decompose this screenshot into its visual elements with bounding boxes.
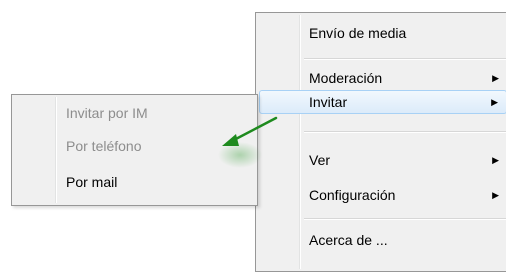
menu-item-acerca-de[interactable]: Acerca de ... — [259, 228, 506, 252]
submenu-item-label: Por teléfono — [66, 138, 142, 154]
menu-separator — [304, 131, 506, 133]
menu-item-label: Acerca de ... — [309, 232, 388, 248]
submenu-arrow-icon: ▶ — [492, 190, 499, 200]
menu-item-envio-de-media[interactable]: Envío de media — [259, 21, 506, 45]
submenu-item-label: Invitar por IM — [66, 105, 148, 121]
context-menu: Envío de media Moderación ▶ Invitar ▶ Ve… — [255, 12, 506, 272]
arrow-head — [222, 134, 239, 146]
menu-item-moderacion[interactable]: Moderación ▶ — [259, 66, 506, 90]
submenu-arrow-icon: ▶ — [492, 73, 499, 83]
menu-separator — [304, 58, 506, 60]
menu-item-invitar[interactable]: Invitar ▶ — [259, 90, 506, 114]
menu-separator — [304, 218, 506, 220]
submenu-item-label: Por mail — [66, 174, 118, 190]
arrow-shaft — [230, 116, 278, 143]
menu-item-configuracion[interactable]: Configuración ▶ — [259, 183, 506, 207]
menu-item-label: Ver — [309, 152, 331, 168]
menu-item-label: Envío de media — [309, 25, 407, 41]
menu-item-label: Configuración — [309, 187, 396, 203]
annotation-arrow-icon — [218, 116, 278, 168]
menu-item-ver[interactable]: Ver ▶ — [259, 148, 506, 172]
menu-item-label: Moderación — [309, 70, 383, 86]
submenu-arrow-icon: ▶ — [492, 155, 499, 165]
submenu-arrow-icon: ▶ — [491, 97, 498, 107]
menu-item-label: Invitar — [309, 94, 348, 110]
